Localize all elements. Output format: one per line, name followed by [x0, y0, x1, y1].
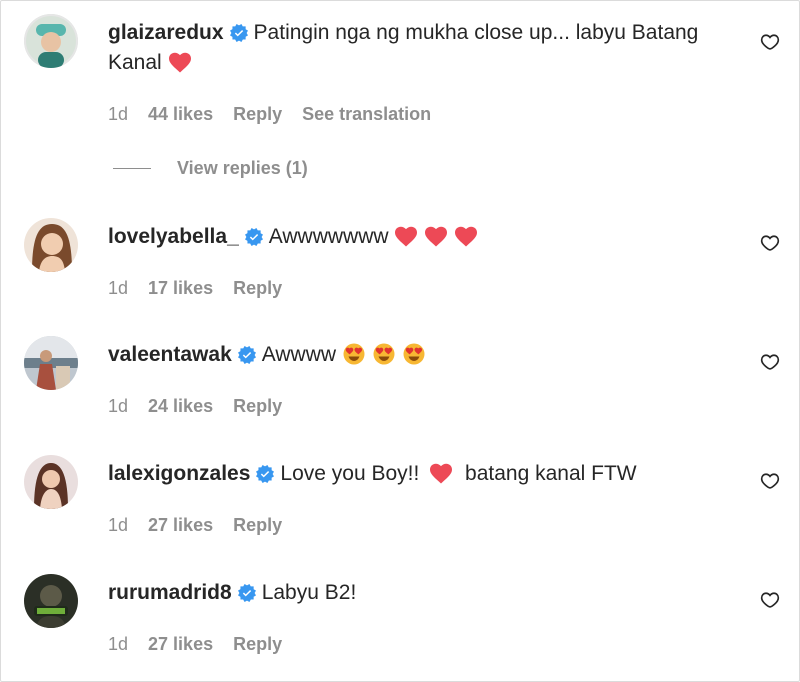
comment-text: Labyu B2! — [261, 581, 357, 604]
comment-likes[interactable]: 27 likes — [148, 515, 213, 536]
verified-badge-icon — [230, 24, 248, 42]
comment-text: Love you Boy!! — [280, 462, 420, 485]
comment-body: lovelyabella_ Awwwwwww — [108, 222, 730, 252]
comment-username[interactable]: lovelyabella_ — [108, 225, 239, 248]
comment-meta: 1d 17 likes Reply — [108, 278, 282, 299]
like-heart-icon[interactable] — [760, 352, 780, 372]
comment-time[interactable]: 1d — [108, 278, 128, 299]
red-heart-icon — [454, 225, 478, 247]
comment-time[interactable]: 1d — [108, 515, 128, 536]
red-heart-icon — [429, 462, 453, 484]
verified-badge-icon — [256, 465, 274, 483]
comment-meta: 1d 24 likes Reply — [108, 396, 282, 417]
comment-meta: 1d 27 likes Reply — [108, 515, 282, 536]
comment-username[interactable]: glaizaredux — [108, 21, 224, 44]
red-heart-icon — [394, 225, 418, 247]
comment-body: rurumadrid8 Labyu B2! — [108, 578, 730, 608]
comment-meta: 1d 27 likes Reply — [108, 634, 282, 655]
comment-username[interactable]: lalexigonzales — [108, 462, 250, 485]
avatar[interactable] — [24, 455, 78, 509]
comment-text: batang kanal FTW — [465, 462, 637, 485]
comment-time[interactable]: 1d — [108, 634, 128, 655]
comment-meta: 1d 44 likes Reply See translation — [108, 104, 431, 125]
reply-button[interactable]: Reply — [233, 278, 282, 299]
verified-badge-icon — [238, 346, 256, 364]
comment-text: Awwwwwww — [268, 225, 389, 248]
comment-body: valeentawak Awwww — [108, 340, 730, 370]
comment-time[interactable]: 1d — [108, 104, 128, 125]
comment-likes[interactable]: 27 likes — [148, 634, 213, 655]
heart-eyes-emoji-icon — [342, 343, 366, 365]
view-replies-button[interactable]: View replies (1) — [113, 158, 308, 179]
see-translation-button[interactable]: See translation — [302, 104, 431, 125]
avatar[interactable] — [24, 574, 78, 628]
avatar[interactable] — [24, 336, 78, 390]
like-heart-icon[interactable] — [760, 233, 780, 253]
comment-username[interactable]: rurumadrid8 — [108, 581, 232, 604]
red-heart-icon — [168, 51, 192, 73]
avatar[interactable] — [24, 14, 78, 68]
comment-body: glaizaredux Patingin nga ng mukha close u… — [108, 18, 730, 78]
avatar[interactable] — [24, 218, 78, 272]
like-heart-icon[interactable] — [760, 471, 780, 491]
heart-eyes-emoji-icon — [402, 343, 426, 365]
reply-button[interactable]: Reply — [233, 634, 282, 655]
reply-button[interactable]: Reply — [233, 515, 282, 536]
comment-likes[interactable]: 17 likes — [148, 278, 213, 299]
like-heart-icon[interactable] — [760, 590, 780, 610]
verified-badge-icon — [238, 584, 256, 602]
view-replies-label: View replies (1) — [177, 158, 308, 178]
heart-eyes-emoji-icon — [372, 343, 396, 365]
comment-body: lalexigonzales Love you Boy!! batang kana… — [108, 459, 730, 489]
replies-divider — [113, 168, 151, 169]
verified-badge-icon — [245, 228, 263, 246]
comment-username[interactable]: valeentawak — [108, 343, 232, 366]
red-heart-icon — [424, 225, 448, 247]
like-heart-icon[interactable] — [760, 32, 780, 52]
comment-time[interactable]: 1d — [108, 396, 128, 417]
reply-button[interactable]: Reply — [233, 104, 282, 125]
comment-likes[interactable]: 44 likes — [148, 104, 213, 125]
comment-text: Awwww — [261, 343, 337, 366]
reply-button[interactable]: Reply — [233, 396, 282, 417]
comment-likes[interactable]: 24 likes — [148, 396, 213, 417]
